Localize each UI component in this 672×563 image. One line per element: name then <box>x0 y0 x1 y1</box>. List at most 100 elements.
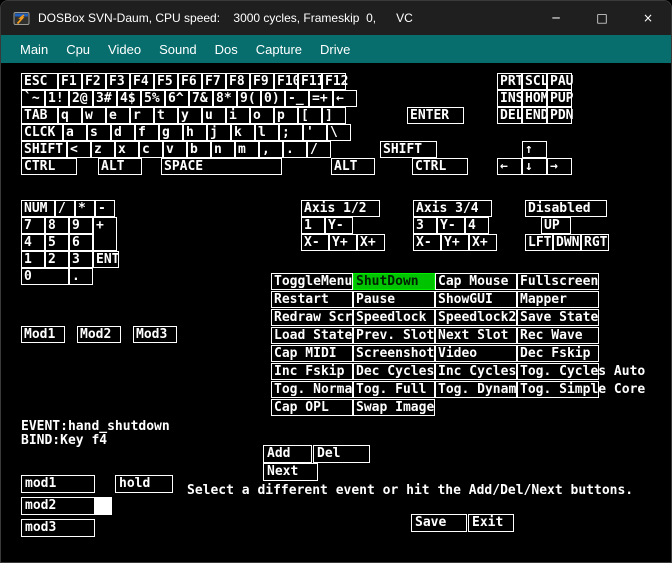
event-button-speedlock2[interactable]: Speedlock2 <box>435 309 517 326</box>
key-scl[interactable]: SCL <box>522 73 547 90</box>
event-button-cap-mouse[interactable]: Cap Mouse <box>435 273 517 290</box>
key-4[interactable]: 4$ <box>117 90 141 107</box>
joystick-1[interactable]: 1 <box>301 217 325 234</box>
numpad-key-asterisk[interactable]: * <box>75 200 95 217</box>
key-f9[interactable]: F9 <box>250 73 274 90</box>
event-button-tog-cycles-auto[interactable]: Tog. Cycles Auto <box>517 363 599 380</box>
key-f12[interactable]: F12 <box>322 73 346 90</box>
key-semicolon[interactable]: ; <box>279 124 303 141</box>
key-f1[interactable]: F1 <box>58 73 82 90</box>
event-button-inc-cycles[interactable]: Inc Cycles <box>435 363 517 380</box>
mod2-toggle[interactable]: mod2 <box>21 497 95 515</box>
key-f5[interactable]: F5 <box>154 73 178 90</box>
key-7[interactable]: 7& <box>189 90 213 107</box>
key-alt[interactable]: ALT <box>98 158 142 175</box>
key-grave[interactable]: `~ <box>21 90 45 107</box>
key-t[interactable]: t <box>154 107 178 124</box>
key-a[interactable]: a <box>63 124 87 141</box>
event-button-cap-opl[interactable]: Cap OPL <box>271 399 353 416</box>
key-enter[interactable]: ENTER <box>407 107 464 124</box>
key-up-arrow[interactable]: ↑ <box>522 141 547 158</box>
numpad-key-8[interactable]: 8 <box>45 217 69 234</box>
numpad-key-plus[interactable]: + <box>93 217 117 251</box>
key-hom[interactable]: HOM <box>522 90 547 107</box>
numpad-key-ent[interactable]: ENT <box>93 251 119 268</box>
mod3-toggle[interactable]: mod3 <box>21 519 95 537</box>
key-prt[interactable]: PRT <box>497 73 522 90</box>
event-button-shutdown[interactable]: ShutDown <box>353 273 435 290</box>
key-backslash[interactable]: \ <box>327 124 351 141</box>
event-button-screenshot[interactable]: Screenshot <box>353 345 435 362</box>
event-button-speedlock[interactable]: Speedlock <box>353 309 435 326</box>
key-end[interactable]: END <box>522 107 547 124</box>
key-e[interactable]: e <box>106 107 130 124</box>
joystick-x[interactable]: X- <box>301 234 329 251</box>
joystick-axis-3-4[interactable]: Axis 3/4 <box>413 200 492 217</box>
hold-toggle[interactable]: hold <box>115 475 173 493</box>
key-ctrl[interactable]: CTRL <box>21 158 77 175</box>
event-button-showgui[interactable]: ShowGUI <box>435 291 517 308</box>
event-button-load-state[interactable]: Load State <box>271 327 353 344</box>
joystick-y[interactable]: Y- <box>437 217 465 234</box>
numpad-key-minus[interactable]: - <box>95 200 115 217</box>
event-button-inc-fskip[interactable]: Inc Fskip <box>271 363 353 380</box>
key-h[interactable]: h <box>183 124 207 141</box>
key-f[interactable]: f <box>135 124 159 141</box>
mod-button-mod3[interactable]: Mod3 <box>133 326 177 343</box>
key-slash[interactable]: / <box>307 141 331 158</box>
key-c[interactable]: c <box>139 141 163 158</box>
numpad-key-0[interactable]: 0 <box>21 268 69 285</box>
event-button-dec-cycles[interactable]: Dec Cycles <box>353 363 435 380</box>
key-5[interactable]: 5% <box>141 90 165 107</box>
key-u[interactable]: u <box>202 107 226 124</box>
key-9[interactable]: 9( <box>237 90 261 107</box>
numpad-key-slash[interactable]: / <box>55 200 75 217</box>
key-j[interactable]: j <box>207 124 231 141</box>
key-pau[interactable]: PAU <box>547 73 572 90</box>
key-down-arrow[interactable]: ↓ <box>522 158 547 175</box>
event-button-pause[interactable]: Pause <box>353 291 435 308</box>
key-z[interactable]: z <box>91 141 115 158</box>
event-button-rec-wave[interactable]: Rec Wave <box>517 327 599 344</box>
event-button-tog-simple-core[interactable]: Tog. Simple Core <box>517 381 599 398</box>
joystick-x[interactable]: X+ <box>469 234 497 251</box>
numpad-key-3[interactable]: 3 <box>69 251 93 268</box>
key-quote[interactable]: ' <box>303 124 327 141</box>
key-b[interactable]: b <box>187 141 211 158</box>
key-f7[interactable]: F7 <box>202 73 226 90</box>
numpad-key-2[interactable]: 2 <box>45 251 69 268</box>
key-alt[interactable]: ALT <box>331 158 375 175</box>
key-l[interactable]: l <box>255 124 279 141</box>
key-clck[interactable]: CLCK <box>21 124 63 141</box>
key-r[interactable]: r <box>130 107 154 124</box>
event-button-video[interactable]: Video <box>435 345 517 362</box>
key-comma[interactable]: , <box>259 141 283 158</box>
joystick-x[interactable]: X- <box>413 234 441 251</box>
key-6[interactable]: 6^ <box>165 90 189 107</box>
joystick-y[interactable]: Y- <box>325 217 353 234</box>
key-1[interactable]: 1! <box>45 90 69 107</box>
key-esc[interactable]: ESC <box>21 73 58 90</box>
event-button-redraw-scr[interactable]: Redraw Scr <box>271 309 353 326</box>
numpad-key-1[interactable]: 1 <box>21 251 45 268</box>
key-ctrl[interactable]: CTRL <box>412 158 468 175</box>
key-o[interactable]: o <box>250 107 274 124</box>
key-left-arrow[interactable]: ← <box>497 158 522 175</box>
event-button-tog-norma[interactable]: Tog. Norma <box>271 381 353 398</box>
mod1-toggle[interactable]: mod1 <box>21 475 95 493</box>
joystick-lft[interactable]: LFT <box>525 234 553 251</box>
event-button-mapper[interactable]: Mapper <box>517 291 599 308</box>
save-button[interactable]: Save <box>411 514 467 532</box>
joystick-4[interactable]: 4 <box>465 217 489 234</box>
add-button[interactable]: Add <box>263 445 312 463</box>
event-button-dec-fskip[interactable]: Dec Fskip <box>517 345 599 362</box>
event-button-tog-dynam[interactable]: Tog. Dynam <box>435 381 517 398</box>
event-button-tog-full[interactable]: Tog. Full ( <box>353 381 435 398</box>
event-button-prev-slot[interactable]: Prev. Slot <box>353 327 435 344</box>
key-f2[interactable]: F2 <box>82 73 106 90</box>
joystick-dwn[interactable]: DWN <box>553 234 581 251</box>
numpad-key-period[interactable]: . <box>69 268 93 285</box>
joystick-up[interactable]: UP <box>541 217 571 234</box>
joystick-3[interactable]: 3 <box>413 217 437 234</box>
joystick-y[interactable]: Y+ <box>441 234 469 251</box>
